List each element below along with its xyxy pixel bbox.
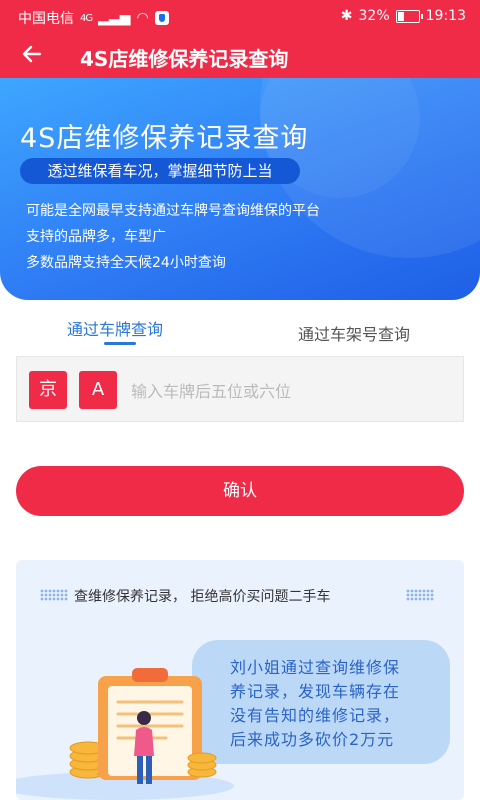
signal-icon: ▂▃▅ [98,10,131,26]
banner-tagline: 透过维保看车况，掌握细节防上当 [20,158,300,184]
feature-line: 可能是全网最早支持通过车牌号查询维保的平台 [26,203,320,219]
bluetooth-icon: ✱ [340,8,353,24]
network-type: 4G [80,12,93,24]
page-title: 4S店维修保养记录查询 [80,47,289,71]
security-app-icon [154,11,169,25]
province-selector[interactable]: 京 [29,371,67,409]
app-header: 4S店维修保养记录查询 [0,34,480,78]
back-arrow-icon[interactable] [20,42,48,70]
clock: 19:13 [425,8,466,24]
banner-headline: 4S店维修保养记录查询 [20,123,309,154]
active-tab-indicator [104,342,136,345]
hero-banner: 4S店维修保养记录查询 透过维保看车况，掌握细节防上当 可能是全网最早支持通过车… [0,78,480,300]
feature-line: 多数品牌支持全天候24小时查询 [26,255,226,271]
plate-number-input[interactable] [129,375,453,407]
wifi-icon: ◠ [136,10,149,26]
battery-percent: 32% [358,8,390,24]
feature-line: 支持的品牌多，车型广 [26,229,166,245]
confirm-button[interactable]: 确认 [16,466,464,516]
status-bar: 中国电信 4G ▂▃▅ ◠ ✱ 32% 19:13 [0,0,480,34]
tab-vin-query[interactable]: 通过车架号查询 [298,321,410,345]
clipboard-woman-illustration [16,668,234,800]
plate-input-row: 京 A [16,356,464,422]
battery-icon [395,9,423,23]
letter-selector[interactable]: A [79,371,117,409]
info-card: 查维修保养记录， 拒绝高价买问题二手车 刘小姐通过查询维修保 养记录，发现车辆存… [16,560,464,800]
carrier-name: 中国电信 [18,11,74,27]
tab-plate-query[interactable]: 通过车牌查询 [67,316,163,340]
